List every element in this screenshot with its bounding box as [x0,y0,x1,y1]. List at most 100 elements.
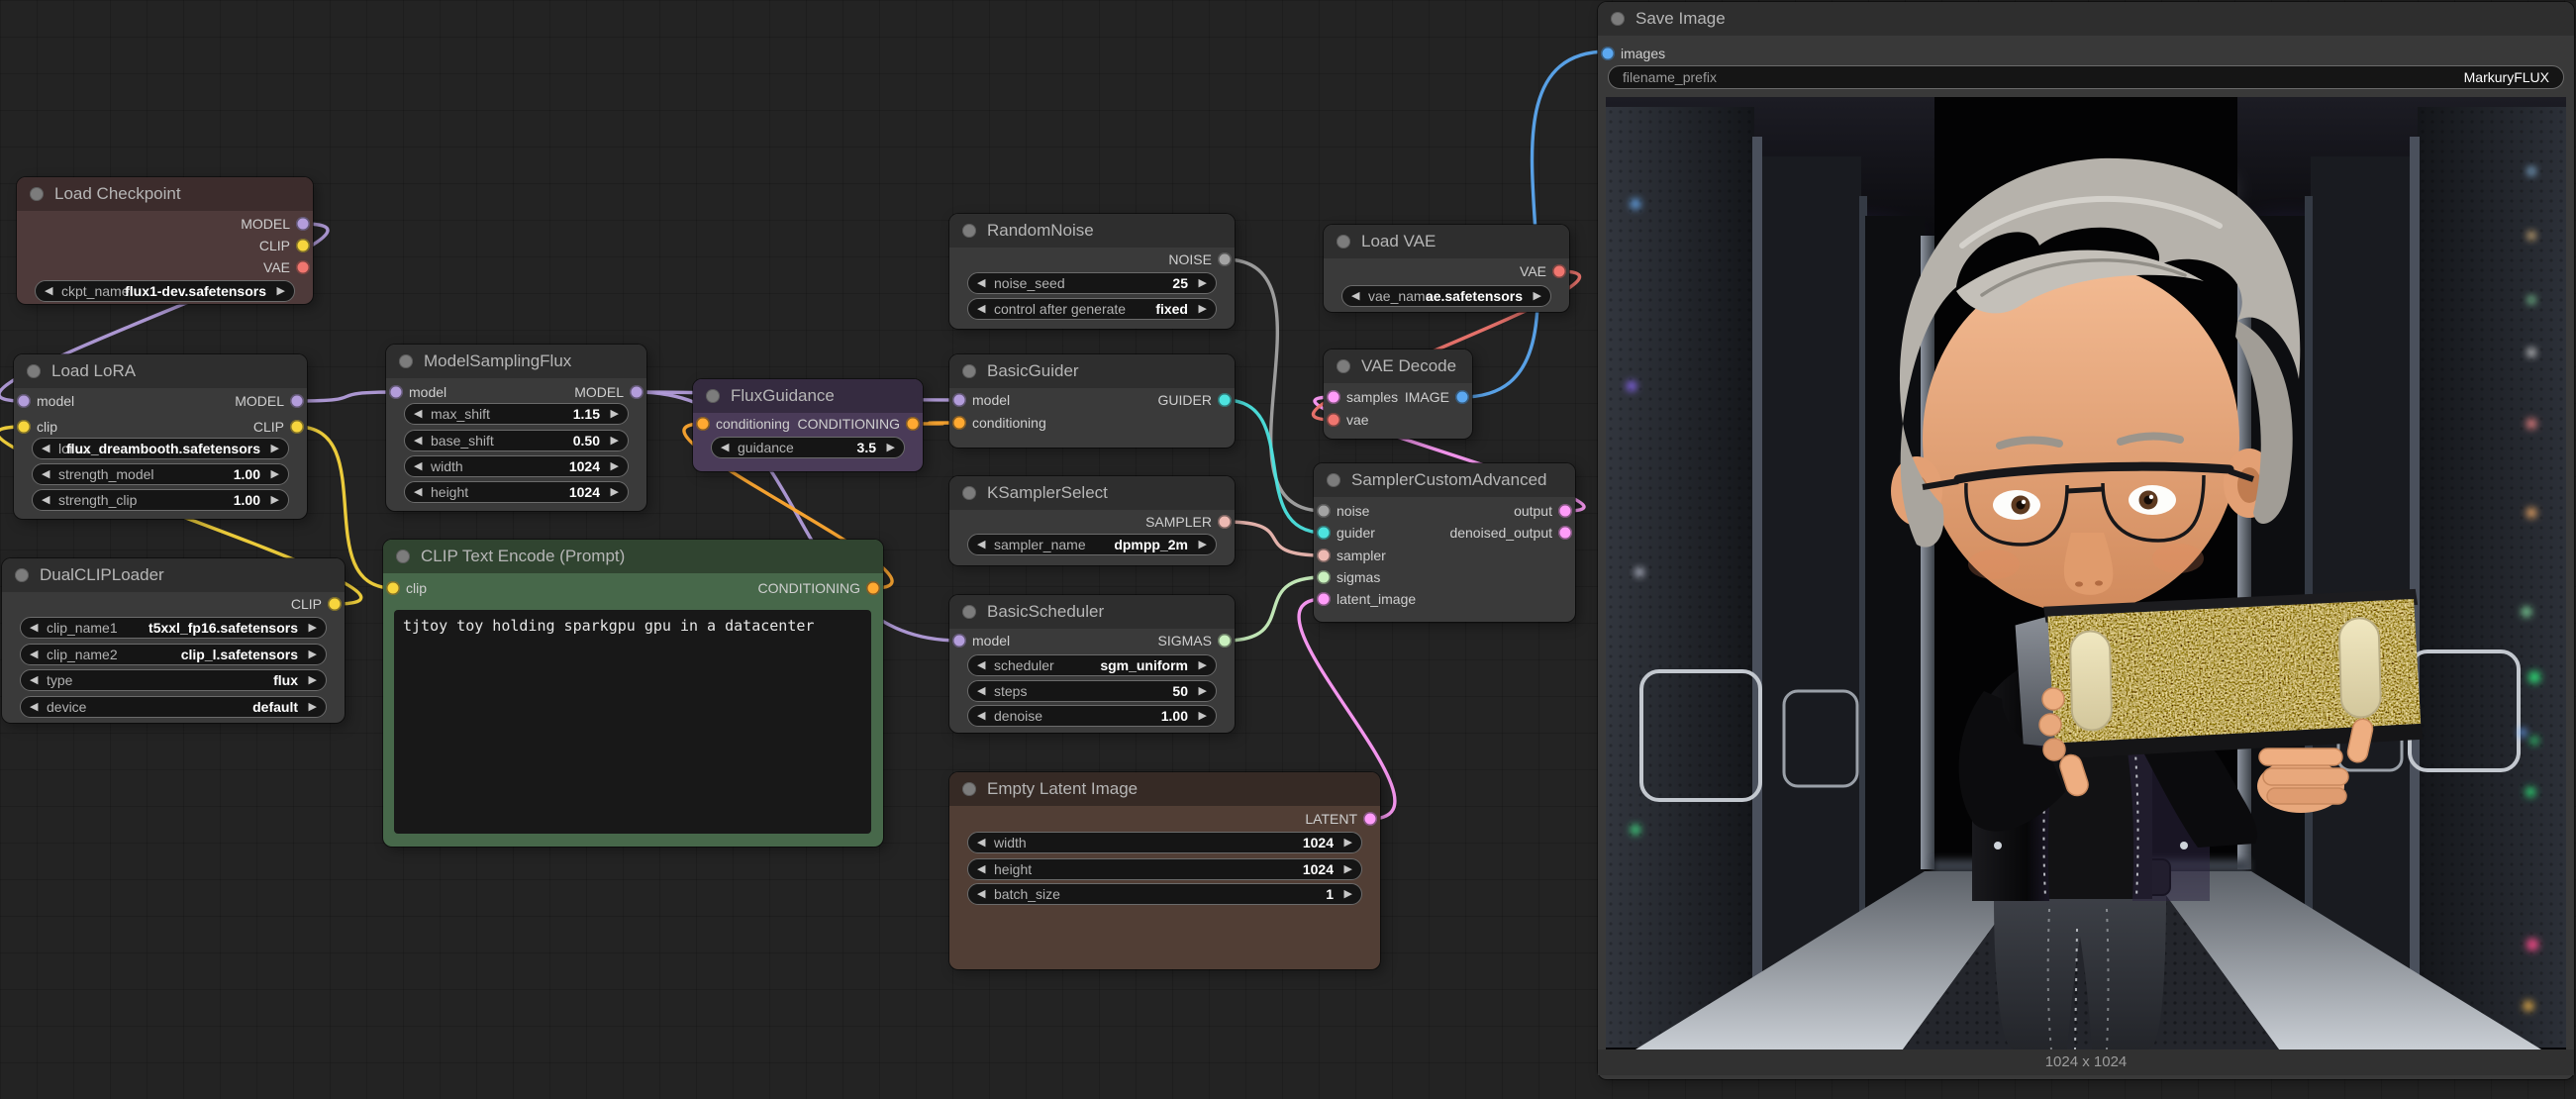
widget-left-arrow-icon[interactable]: ◀ [977,299,985,319]
collapse-dot-icon[interactable] [27,364,41,378]
widget-right-arrow-icon[interactable]: ▶ [1199,655,1207,675]
widget-right-arrow-icon[interactable]: ▶ [271,464,279,484]
widget-right-arrow-icon[interactable]: ▶ [1199,299,1207,319]
sampler-port-dot[interactable] [1317,549,1331,562]
widget-clip-name1[interactable]: ◀▶clip_name1t5xxl_fp16.safetensors [20,617,327,639]
widget-left-arrow-icon[interactable]: ◀ [414,456,422,476]
widget-right-arrow-icon[interactable]: ▶ [1199,535,1207,554]
node-header[interactable]: Save Image [1598,2,2574,36]
collapse-dot-icon[interactable] [962,364,976,378]
widget-left-arrow-icon[interactable]: ◀ [30,670,38,690]
widget-right-arrow-icon[interactable]: ▶ [309,670,317,690]
widget-height[interactable]: ◀▶height1024 [967,858,1362,880]
denoised_output-port-dot[interactable] [1558,526,1572,540]
output-port-dot[interactable] [1558,504,1572,518]
widget-scheduler[interactable]: ◀▶schedulersgm_uniform [967,654,1217,676]
IMAGE-port-dot[interactable] [1455,390,1469,404]
widget-right-arrow-icon[interactable]: ▶ [271,490,279,510]
widget-steps[interactable]: ◀▶steps50 [967,680,1217,702]
widget-width[interactable]: ◀▶width1024 [967,832,1362,853]
widget-right-arrow-icon[interactable]: ▶ [1344,859,1352,879]
node-header[interactable]: Load Checkpoint [17,177,313,211]
widget-left-arrow-icon[interactable]: ◀ [977,859,985,879]
collapse-dot-icon[interactable] [399,354,413,368]
collapse-dot-icon[interactable] [962,486,976,500]
node-model-sampling-flux[interactable]: ModelSamplingFluxmodelMODEL◀▶max_shift1.… [386,345,646,511]
node-empty-latent-image[interactable]: Empty Latent ImageLATENT◀▶width1024◀▶hei… [949,772,1380,969]
node-header[interactable]: BasicGuider [949,354,1235,388]
widget-clip-name2[interactable]: ◀▶clip_name2clip_l.safetensors [20,644,327,665]
MODEL-port-dot[interactable] [296,217,310,231]
collapse-dot-icon[interactable] [15,568,29,582]
node-header[interactable]: CLIP Text Encode (Prompt) [383,540,883,573]
widget-sampler-name[interactable]: ◀▶sampler_namedpmpp_2m [967,534,1217,555]
vae-port-dot[interactable] [1327,413,1340,427]
collapse-dot-icon[interactable] [1327,473,1340,487]
widget-right-arrow-icon[interactable]: ▶ [611,456,619,476]
node-dual-clip-loader[interactable]: DualCLIPLoaderCLIP◀▶clip_name1t5xxl_fp16… [2,558,345,723]
widget-left-arrow-icon[interactable]: ◀ [977,884,985,904]
widget-left-arrow-icon[interactable]: ◀ [977,833,985,852]
collapse-dot-icon[interactable] [1337,359,1350,373]
widget-guidance[interactable]: ◀▶guidance3.5 [711,437,905,458]
widget-base-shift[interactable]: ◀▶base_shift0.50 [404,430,629,451]
filename-prefix-widget[interactable]: filename_prefix MarkuryFLUX [1608,65,2564,89]
node-load-vae[interactable]: Load VAEVAE◀▶vae_nameae.safetensors [1324,225,1569,312]
SIGMAS-port-dot[interactable] [1218,634,1232,648]
node-header[interactable]: FluxGuidance [693,379,923,413]
widget-right-arrow-icon[interactable]: ▶ [1199,706,1207,726]
widget-right-arrow-icon[interactable]: ▶ [1344,833,1352,852]
widget-right-arrow-icon[interactable]: ▶ [1199,273,1207,293]
CLIP-port-dot[interactable] [290,420,304,434]
widget-left-arrow-icon[interactable]: ◀ [1351,286,1359,306]
node-vae-decode[interactable]: VAE DecodesamplesvaeIMAGE [1324,350,1472,439]
widget-left-arrow-icon[interactable]: ◀ [42,439,50,458]
node-random-noise[interactable]: RandomNoiseNOISE◀▶noise_seed25◀▶control … [949,214,1235,329]
widget-right-arrow-icon[interactable]: ▶ [309,618,317,638]
latent_image-port-dot[interactable] [1317,592,1331,606]
GUIDER-port-dot[interactable] [1218,393,1232,407]
widget-left-arrow-icon[interactable]: ◀ [414,404,422,424]
node-header[interactable]: SamplerCustomAdvanced [1314,463,1575,497]
collapse-dot-icon[interactable] [962,605,976,619]
widget-left-arrow-icon[interactable]: ◀ [42,490,50,510]
widget-right-arrow-icon[interactable]: ▶ [611,404,619,424]
widget-left-arrow-icon[interactable]: ◀ [414,482,422,502]
collapse-dot-icon[interactable] [962,224,976,238]
widget-right-arrow-icon[interactable]: ▶ [309,645,317,664]
MODEL-port-dot[interactable] [630,385,644,399]
node-header[interactable]: RandomNoise [949,214,1235,248]
node-header[interactable]: DualCLIPLoader [2,558,345,592]
widget-height[interactable]: ◀▶height1024 [404,481,629,503]
widget-left-arrow-icon[interactable]: ◀ [977,681,985,701]
VAE-port-dot[interactable] [296,260,310,274]
widget-strength-clip[interactable]: ◀▶strength_clip1.00 [32,489,289,511]
widget-strength-model[interactable]: ◀▶strength_model1.00 [32,463,289,485]
node-sampler-custom-advanced[interactable]: SamplerCustomAdvancednoiseguidersamplers… [1314,463,1575,622]
CONDITIONING-port-dot[interactable] [866,581,880,595]
node-header[interactable]: Load LoRA [14,354,307,388]
MODEL-port-dot[interactable] [290,394,304,408]
node-header[interactable]: ModelSamplingFlux [386,345,646,378]
node-header[interactable]: Empty Latent Image [949,772,1380,806]
CLIP-port-dot[interactable] [328,597,342,611]
widget-right-arrow-icon[interactable]: ▶ [309,697,317,717]
node-clip-text-encode[interactable]: CLIP Text Encode (Prompt)clipCONDITIONIN… [383,540,883,847]
collapse-dot-icon[interactable] [396,550,410,563]
widget-noise-seed[interactable]: ◀▶noise_seed25 [967,272,1217,294]
node-graph-canvas[interactable]: Load CheckpointMODELCLIPVAE◀▶ckpt_namefl… [0,0,2576,1099]
SAMPLER-port-dot[interactable] [1218,515,1232,529]
widget-left-arrow-icon[interactable]: ◀ [30,697,38,717]
CLIP-port-dot[interactable] [296,239,310,252]
widget-left-arrow-icon[interactable]: ◀ [721,438,729,457]
VAE-port-dot[interactable] [1552,264,1566,278]
NOISE-port-dot[interactable] [1218,252,1232,266]
CONDITIONING-port-dot[interactable] [906,417,920,431]
node-load-checkpoint[interactable]: Load CheckpointMODELCLIPVAE◀▶ckpt_namefl… [17,177,313,304]
widget-left-arrow-icon[interactable]: ◀ [977,706,985,726]
widget-left-arrow-icon[interactable]: ◀ [45,281,52,301]
widget-max-shift[interactable]: ◀▶max_shift1.15 [404,403,629,425]
widget-right-arrow-icon[interactable]: ▶ [1344,884,1352,904]
widget-lor-[interactable]: ◀▶lor ...flux_dreambooth.safetensors [32,438,289,459]
widget-right-arrow-icon[interactable]: ▶ [887,438,895,457]
